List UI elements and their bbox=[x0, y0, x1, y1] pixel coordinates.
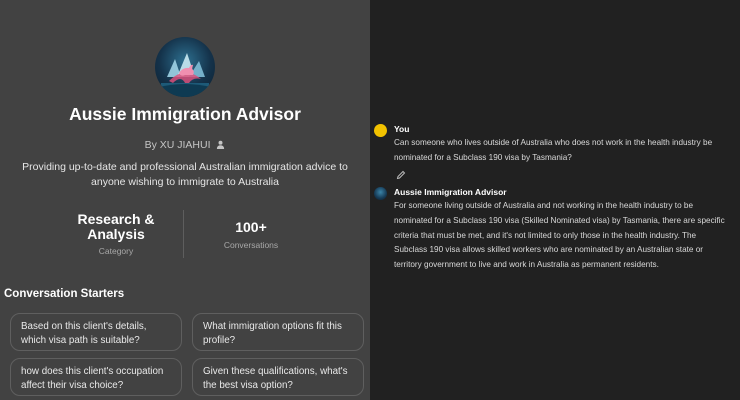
conversation-starter-button[interactable]: Based on this client's details, which vi… bbox=[10, 313, 182, 351]
gpt-info-panel: Aussie Immigration Advisor By XU JIAHUI … bbox=[0, 0, 370, 400]
stat-category-value: Research & Analysis bbox=[77, 211, 155, 242]
user-avatar bbox=[374, 124, 387, 137]
assistant-message: Aussie Immigration Advisor For someone l… bbox=[374, 186, 730, 273]
author-name: By XU JIAHUI bbox=[144, 139, 211, 151]
stat-divider bbox=[183, 210, 184, 258]
conversation-starter-button[interactable]: how does this client's occupation affect… bbox=[10, 358, 182, 396]
gpt-title: Aussie Immigration Advisor bbox=[69, 104, 301, 124]
stat-conversations-value: 100+ bbox=[235, 219, 267, 235]
stat-category: Research & Analysis Category bbox=[70, 211, 162, 257]
assistant-message-author: Aussie Immigration Advisor bbox=[394, 187, 507, 197]
kangaroo-opera-house-icon bbox=[159, 53, 211, 97]
assistant-avatar bbox=[374, 187, 387, 200]
user-message: You Can someone who lives outside of Aus… bbox=[374, 123, 730, 180]
stat-conversations-label: Conversations bbox=[223, 240, 279, 250]
chat-panel: You Can someone who lives outside of Aus… bbox=[370, 0, 740, 400]
user-message-author: You bbox=[394, 124, 410, 134]
stat-conversations: 100+ Conversations bbox=[196, 212, 306, 251]
user-icon bbox=[216, 140, 225, 152]
conversation-starter-button[interactable]: What immigration options fit this profil… bbox=[192, 313, 364, 351]
gpt-description: Providing up-to-date and professional Au… bbox=[22, 161, 348, 188]
gpt-author: By XU JIAHUI bbox=[0, 139, 370, 152]
conversation-starter-button[interactable]: Given these qualifications, what's the b… bbox=[192, 358, 364, 396]
stat-category-label: Category bbox=[98, 246, 134, 256]
user-message-text: Can someone who lives outside of Austral… bbox=[394, 138, 713, 162]
gpt-avatar bbox=[155, 37, 215, 97]
conversation-starters-heading: Conversation Starters bbox=[4, 288, 125, 300]
edit-icon[interactable] bbox=[396, 167, 406, 180]
assistant-message-text: For someone living outside of Australia … bbox=[394, 201, 725, 270]
